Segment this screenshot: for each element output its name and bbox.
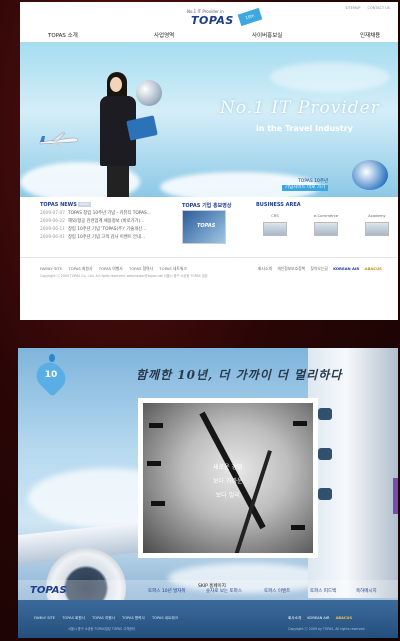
news-item[interactable]: 2009-06-01 창립 10주년 기념 고객 감사 이벤트 안내... xyxy=(40,234,180,242)
business-item-crs[interactable]: CRS xyxy=(258,213,292,243)
footer-link[interactable]: TOPAS 협력사 xyxy=(129,266,153,271)
side-tab[interactable] xyxy=(393,478,398,514)
contact-link[interactable]: CONTACT US xyxy=(368,6,391,10)
hero-subheadline: in the Travel Industry xyxy=(256,124,353,133)
window-shape xyxy=(318,488,332,500)
copyright: Copyright ⓒ 2009 TOPAS Co., Ltd. All rig… xyxy=(40,274,208,278)
mascot-graphic xyxy=(352,160,388,190)
news-item[interactable]: 2009-06-22 해외/항공 관련업계 채용정보 (바로가기)... xyxy=(40,218,180,226)
footer-link[interactable]: FAMILY SITE xyxy=(40,266,62,271)
news-more-button[interactable]: MORE xyxy=(78,202,91,207)
abacus-logo[interactable]: ABACUS xyxy=(336,616,352,620)
balloon-icon xyxy=(49,354,55,362)
footer-link[interactable]: TOPAS 네트워크 xyxy=(159,266,187,271)
nav-item-about[interactable]: TOPAS 소개 xyxy=(48,31,78,39)
nav-item-event[interactable]: 토파스 이벤트 xyxy=(264,588,290,594)
news-list: 2009-07-07 TOPAS 창립 10주년 기념 - 커뮤티 TOPAS..… xyxy=(40,210,180,242)
intro-menu-item[interactable]: 보다 가까운 xyxy=(213,475,243,489)
footer-link[interactable]: TOPAS 회원사 xyxy=(68,266,92,271)
anniversary-promo[interactable]: TOPAS 10주년 기념사이트 바로 가기 xyxy=(282,179,329,191)
laptop-image xyxy=(314,222,338,236)
footer-links: FAMILY SITE TOPAS 회원사 TOPAS 여행사 TOPAS 협력… xyxy=(34,616,184,621)
book-image xyxy=(365,222,389,236)
footer-right-links: 회사소개 KOREAN AIR ABACUS xyxy=(288,616,357,621)
nav-item-history[interactable]: 토파스 10년 발자취 xyxy=(148,588,186,594)
footer-link[interactable]: 개인정보보호정책 xyxy=(277,266,305,271)
nav-item-business[interactable]: 사업영역 xyxy=(154,31,174,39)
promo-video-title: TOPAS 기업 홍보영상 xyxy=(182,203,232,209)
hero-banner: No.1 IT Provider in the Travel Industry … xyxy=(20,42,398,197)
promo-link-button[interactable]: 기념사이트 바로 가기 xyxy=(282,185,329,191)
cloud-shape xyxy=(270,62,390,92)
anniversary-slogan: 함께한 10년, 더 가까이 더 멀리하다 xyxy=(136,368,343,382)
footer-links: FAMILY SITE TOPAS 회원사 TOPAS 여행사 TOPAS 협력… xyxy=(40,266,192,272)
nav-item-feedback[interactable]: 토파스 피드백 xyxy=(310,588,336,594)
promo-video-thumbnail[interactable]: TOPAS xyxy=(182,210,226,244)
info-section: TOPAS NEWS MORE 2009-07-07 TOPAS 창립 10주년 … xyxy=(20,197,398,257)
business-item-academy[interactable]: Academy xyxy=(360,213,394,243)
sitemap-link[interactable]: SITEMAP xyxy=(345,6,360,10)
business-item-ecommerce[interactable]: e-Commerce xyxy=(309,213,343,243)
intro-menu-item[interactable]: 보다 멀리 xyxy=(213,489,243,503)
footer-link[interactable]: TOPAS 협력사 xyxy=(122,616,145,620)
window-shape xyxy=(318,448,332,460)
footer-link[interactable]: FAMILY SITE xyxy=(34,616,55,620)
footer-link[interactable]: TOPAS 네트워크 xyxy=(152,616,178,620)
thumb-logo: TOPAS xyxy=(197,223,216,229)
intro-menu: 새로운 경영 보다 가까운 보다 멀리 xyxy=(213,461,243,503)
footer-right-links: 회사소개 개인정보보호정책 찾아오는길 KOREAN AIR ABACUS xyxy=(258,266,386,272)
business-area-title: BUSINESS AREA xyxy=(256,202,301,208)
intro-frame: 새로운 경영 보다 가까운 보다 멀리 xyxy=(138,398,318,558)
footer-link[interactable]: TOPAS 회원사 xyxy=(62,616,85,620)
clock-image: 새로운 경영 보다 가까운 보다 멀리 xyxy=(143,403,313,553)
badge-number: 10 xyxy=(44,370,58,380)
abacus-logo[interactable]: ABACUS xyxy=(365,266,382,271)
top-header: No.1 IT Provider in TOPAS 10th SITEMAP C… xyxy=(20,2,398,42)
intro-menu-item[interactable]: 새로운 경영 xyxy=(213,461,243,475)
footer-link[interactable]: 회사소개 xyxy=(258,266,272,271)
airplane-icon xyxy=(39,132,79,147)
nav-item-numbers[interactable]: 숫자로 보는 토파스 xyxy=(206,588,242,594)
blue-book-graphic xyxy=(126,115,158,141)
news-item[interactable]: 2009-06-11 창립 10주년 기념 'TOPAS(주)' 기술개선... xyxy=(40,226,180,234)
news-item[interactable]: 2009-07-07 TOPAS 창립 10주년 기념 - 커뮤티 TOPAS..… xyxy=(40,210,180,218)
hero-headline: No.1 IT Provider xyxy=(220,98,380,118)
logo-mark: TOPAS xyxy=(191,14,234,27)
utility-links: SITEMAP CONTACT US xyxy=(339,6,390,10)
footer: FAMILY SITE TOPAS 회원사 TOPAS 여행사 TOPAS 협력… xyxy=(20,257,398,320)
footer: FAMILY SITE TOPAS 회원사 TOPAS 여행사 TOPAS 협력… xyxy=(18,600,398,638)
footer-address: 서울시 중구 소공동 TOPAS빌딩 TOPAS 고객센터 xyxy=(68,627,135,631)
footer-link[interactable]: 찾아오는길 xyxy=(310,266,327,271)
nav-item-careers[interactable]: 인재채용 xyxy=(360,31,380,39)
crs-image xyxy=(263,222,287,236)
korean-air-logo[interactable]: KOREAN AIR xyxy=(333,266,359,271)
nav-item-messages[interactable]: 축하메시지 xyxy=(356,588,377,594)
footer-link[interactable]: TOPAS 여행사 xyxy=(99,266,123,271)
anniversary-badge: 10 xyxy=(31,354,71,398)
footer-link[interactable]: TOPAS 여행사 xyxy=(92,616,115,620)
footer-link[interactable]: 회사소개 xyxy=(288,616,301,620)
copyright: Copyright ⓒ 2009 by TOPAS. All rights re… xyxy=(288,627,366,631)
topas-logo[interactable]: TOPAS xyxy=(30,585,67,596)
airplane-fuselage xyxy=(308,348,398,598)
topas-main-page-screenshot: No.1 IT Provider in TOPAS 10th SITEMAP C… xyxy=(20,2,398,320)
main-nav: TOPAS 소개 사업영역 사이버홍보실 인재채용 xyxy=(20,31,398,42)
topas-logo[interactable]: No.1 IT Provider in TOPAS 10th xyxy=(181,7,263,29)
anniversary-ribbon: 10th xyxy=(237,7,263,27)
nav-item-pr[interactable]: 사이버홍보실 xyxy=(252,31,282,39)
news-title: TOPAS NEWS xyxy=(40,202,77,208)
korean-air-logo[interactable]: KOREAN AIR xyxy=(307,616,329,620)
window-shape xyxy=(318,408,332,420)
anniversary-intro-page-screenshot: 10 함께한 10년, 더 가까이 더 멀리하다 새로운 경영 보다 가까운 보… xyxy=(18,348,398,638)
